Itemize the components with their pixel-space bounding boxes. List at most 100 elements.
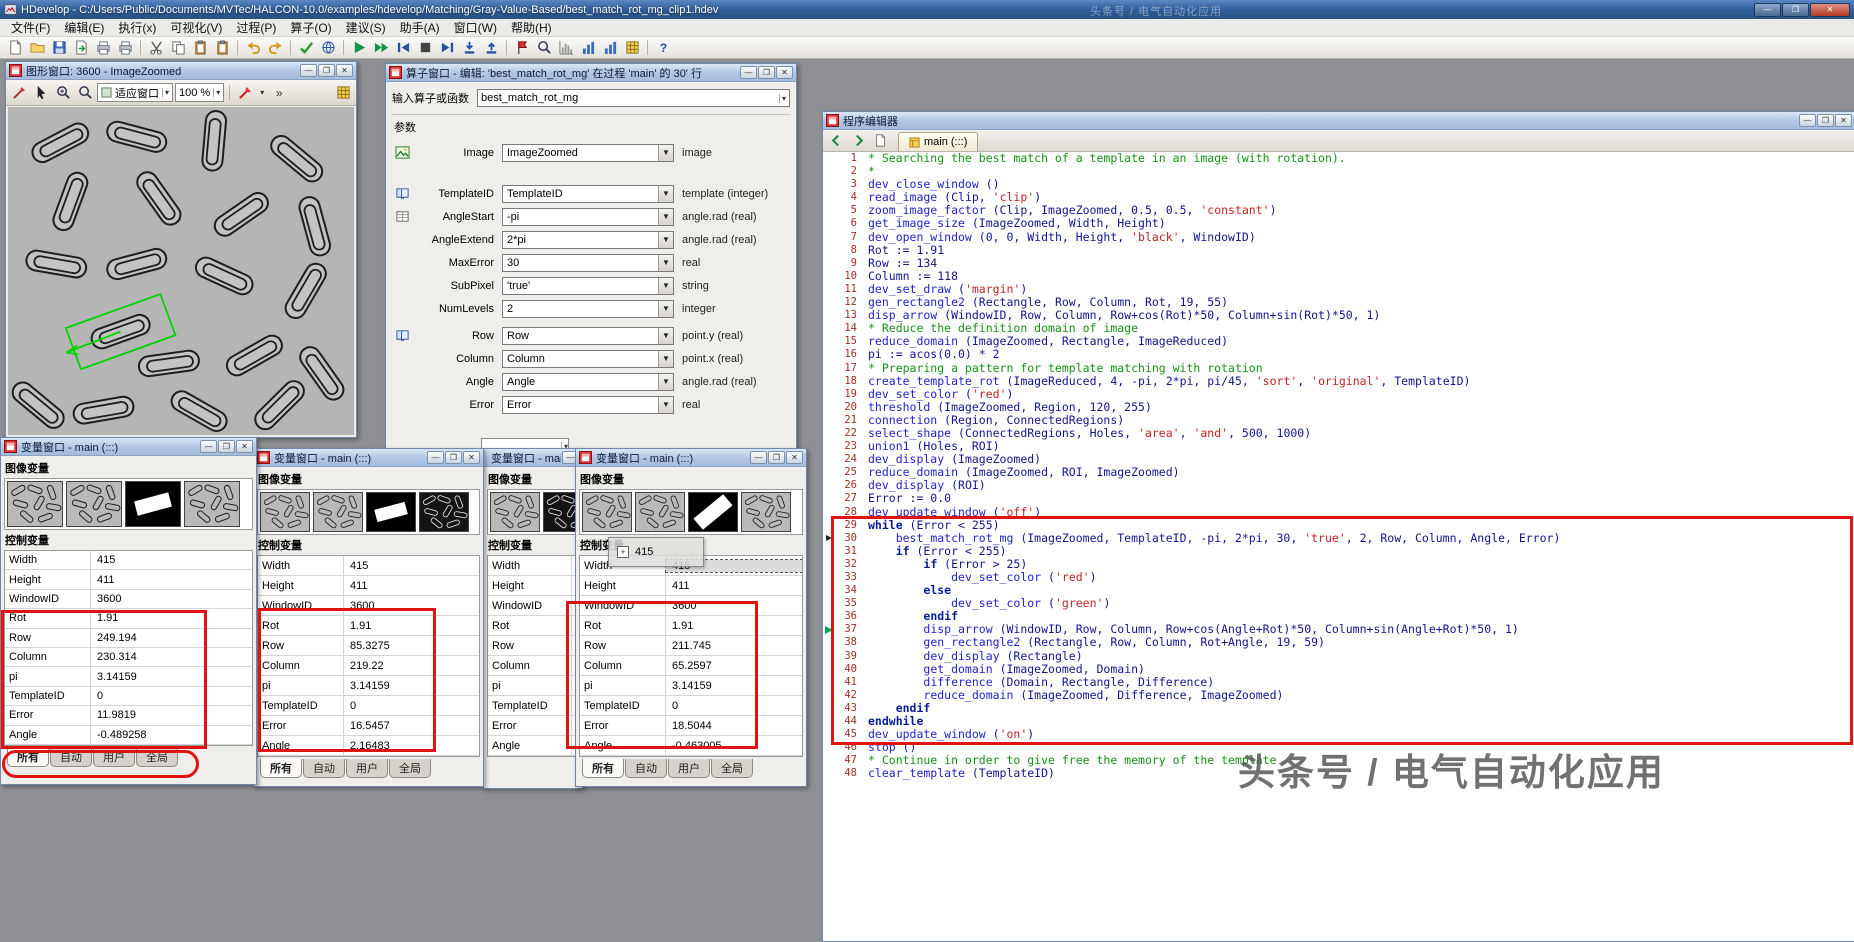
feature-inspect-icon[interactable]	[600, 38, 620, 57]
code-line-21[interactable]: 21connection (Region, ConnectedRegions)	[823, 414, 1854, 427]
code-area[interactable]: 1* Searching the best match of a templat…	[823, 152, 1854, 941]
var-row-templateid[interactable]: TemplateID0	[258, 696, 479, 716]
image-thumb-clips[interactable]	[184, 481, 240, 527]
minimize-button[interactable]: —	[200, 440, 217, 453]
var-row-error[interactable]: Error	[488, 716, 578, 736]
menu-assistants[interactable]: 助手(A)	[393, 18, 447, 37]
var-tab-user[interactable]: 用户	[668, 759, 710, 778]
step-over-icon[interactable]	[437, 38, 457, 57]
close-button[interactable]: ✕	[786, 451, 803, 464]
minimize-button[interactable]: —	[740, 66, 757, 79]
code-line-8[interactable]: 8Rot := 1.91	[823, 244, 1854, 257]
menu-window[interactable]: 窗口(W)	[447, 18, 504, 37]
var-row-height[interactable]: Height411	[5, 570, 252, 589]
menu-procedures[interactable]: 过程(P)	[229, 18, 283, 37]
image-thumb-clips-dark[interactable]	[543, 492, 579, 532]
set-draw-icon[interactable]	[9, 83, 29, 102]
param-value-select[interactable]: 2▼	[502, 300, 674, 318]
redo-icon[interactable]	[265, 38, 285, 57]
print-icon[interactable]	[93, 38, 113, 57]
step-out-icon[interactable]	[481, 38, 501, 57]
zoom-window-icon[interactable]	[534, 38, 554, 57]
var-row-error[interactable]: Error18.5044	[580, 716, 802, 736]
cut-icon[interactable]	[146, 38, 166, 57]
close-button[interactable]: ✕	[1810, 3, 1850, 17]
tab-main-procedure[interactable]: main (:::)	[898, 132, 978, 151]
menu-execute[interactable]: 执行(x)	[111, 18, 163, 37]
var-row-templateid[interactable]: TemplateID	[488, 696, 578, 716]
var-tab-all[interactable]: 所有	[582, 759, 624, 778]
code-line-28[interactable]: 28dev_update_window ('off')	[823, 506, 1854, 519]
param-value-select[interactable]: 30▼	[502, 254, 674, 272]
var-row-height[interactable]: Height411	[580, 576, 802, 596]
menu-visualization[interactable]: 可视化(V)	[163, 18, 229, 37]
var-row-column[interactable]: Column65.2597	[580, 656, 802, 676]
code-line-6[interactable]: 6get_image_size (ImageZoomed, Width, Hei…	[823, 217, 1854, 230]
var-tab-all[interactable]: 所有	[260, 759, 302, 778]
close-button[interactable]: ✕	[236, 440, 253, 453]
var-row-windowid[interactable]: WindowID3600	[580, 596, 802, 616]
var-row-rot[interactable]: Rot1.91	[580, 616, 802, 636]
image-thumb-clips[interactable]	[66, 481, 122, 527]
menu-suggestions[interactable]: 建议(S)	[339, 18, 393, 37]
menu-file[interactable]: 文件(F)	[4, 18, 57, 37]
code-line-35[interactable]: 35 dev_set_color ('green')	[823, 597, 1854, 610]
var-row-height[interactable]: Height	[488, 576, 578, 596]
image-thumb-mask[interactable]	[366, 492, 416, 532]
var-tab-all[interactable]: 所有	[7, 748, 49, 767]
check-syntax-icon[interactable]	[296, 38, 316, 57]
var-row-angle[interactable]: Angle	[488, 736, 578, 756]
help-icon[interactable]: ?	[653, 38, 673, 57]
close-button[interactable]: ✕	[336, 64, 353, 77]
var-tab-auto[interactable]: 自动	[625, 759, 667, 778]
var-row-width[interactable]: Width415	[5, 551, 252, 570]
save-icon[interactable]	[49, 38, 69, 57]
var-row-column[interactable]: Column	[488, 656, 578, 676]
maximize-button[interactable]: ❐	[218, 440, 235, 453]
menu-edit[interactable]: 编辑(E)	[57, 18, 111, 37]
var-row-pi[interactable]: pi3.14159	[5, 667, 252, 686]
image-thumb-mask2[interactable]	[688, 492, 738, 532]
code-line-42[interactable]: 42 reduce_domain (ImageZoomed, Differenc…	[823, 689, 1854, 702]
reset-view-icon[interactable]	[333, 83, 353, 102]
overflow-icon[interactable]: »	[269, 83, 289, 102]
code-line-20[interactable]: 20threshold (ImageZoomed, Region, 120, 2…	[823, 401, 1854, 414]
code-line-31[interactable]: 31 if (Error < 255)	[823, 545, 1854, 558]
image-thumb-clips-dark[interactable]	[419, 492, 469, 532]
maximize-button[interactable]: ❐	[1782, 3, 1809, 17]
param-value-select[interactable]: TemplateID▼	[502, 185, 674, 203]
var-row-angle[interactable]: Angle-0.463005	[580, 736, 802, 756]
maximize-button[interactable]: ❐	[445, 451, 462, 464]
minimize-button[interactable]: —	[427, 451, 444, 464]
var-tab-auto[interactable]: 自动	[303, 759, 345, 778]
var-row-templateid[interactable]: TemplateID0	[580, 696, 802, 716]
param-value-select[interactable]: Error▼	[502, 396, 674, 414]
var-row-rot[interactable]: Rot	[488, 616, 578, 636]
color-dropdown-icon[interactable]: ▾	[257, 83, 267, 102]
menu-help[interactable]: 帮助(H)	[504, 18, 559, 37]
var-row-windowid[interactable]: WindowID3600	[258, 596, 479, 616]
code-line-45[interactable]: 45dev_update_window ('on')	[823, 728, 1854, 741]
var-row-column[interactable]: Column230.314	[5, 648, 252, 667]
var-row-height[interactable]: Height411	[258, 576, 479, 596]
var-row-error[interactable]: Error16.5457	[258, 716, 479, 736]
zoom-in-icon[interactable]	[53, 83, 73, 102]
close-button[interactable]: ✕	[776, 66, 793, 79]
page-setup-icon[interactable]	[115, 38, 135, 57]
var-row-templateid[interactable]: TemplateID0	[5, 687, 252, 706]
var-row-row[interactable]: Row	[488, 636, 578, 656]
var-tab-auto[interactable]: 自动	[50, 748, 92, 767]
var-row-row[interactable]: Row85.3275	[258, 636, 479, 656]
reset-grid-icon[interactable]	[622, 38, 642, 57]
gray-histogram-icon[interactable]	[556, 38, 576, 57]
fit-mode-select[interactable]: 适应窗口 ▾	[97, 83, 173, 102]
activate-line-icon[interactable]	[512, 38, 532, 57]
code-line-30[interactable]: 30 best_match_rot_mg (ImageZoomed, Templ…	[823, 532, 1854, 545]
param-value-select[interactable]: 'true'▼	[502, 277, 674, 295]
maximize-button[interactable]: ❐	[1817, 114, 1834, 127]
var-row-error[interactable]: Error11.9819	[5, 706, 252, 725]
paste-special-icon[interactable]	[212, 38, 232, 57]
var-row-pi[interactable]: pi3.14159	[258, 676, 479, 696]
var-row-rot[interactable]: Rot1.91	[5, 609, 252, 628]
var-tab-user[interactable]: 用户	[93, 748, 135, 767]
